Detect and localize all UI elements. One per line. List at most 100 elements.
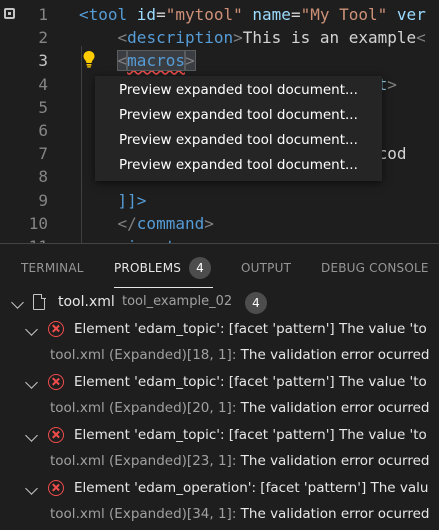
code-token: > (184, 50, 196, 72)
problem-source-location: tool.xml (Expanded)[20, 1]: (50, 400, 237, 416)
problem-message: Element 'edam_operation': [facet 'patter… (74, 479, 429, 496)
code-token: id (136, 5, 157, 24)
problem-detail: The validation error ocurred (236, 347, 430, 363)
chevron-down-icon[interactable] (11, 296, 24, 309)
line-number: 9 (38, 190, 48, 210)
error-icon (48, 373, 64, 390)
quick-fix-menu: Preview expanded tool document... Preview… (95, 76, 382, 181)
chevron-down-icon[interactable] (25, 428, 38, 442)
code-token: This is an example (242, 28, 417, 48)
code-token: ]]> (117, 190, 147, 210)
line-number: 8 (38, 167, 48, 187)
problem-source-location: tool.xml (Expanded)[34, 1]: (50, 506, 237, 522)
tab-output[interactable]: OUTPUT (241, 244, 291, 288)
problem-detail: The validation error ocurred (236, 400, 430, 416)
line-code: <description>This is an example< (79, 26, 426, 49)
line-number: 10 (28, 213, 48, 233)
line-number: 6 (38, 121, 48, 140)
lightbulb-icon[interactable] (82, 50, 96, 68)
file-icon (33, 293, 46, 310)
line-code: </command> (79, 212, 214, 235)
code-token: "mytool" (165, 5, 243, 24)
problems-tree: tool.xml tool_example_02 4 Element 'edam… (0, 289, 439, 528)
tab-debug-console[interactable]: DEBUG CONSOLE (321, 244, 429, 288)
line-code: <macros> (79, 49, 196, 72)
code-token: = (156, 5, 166, 24)
problem-row[interactable]: Element 'edam_topic': [facet 'pattern'] … (0, 422, 439, 449)
code-line[interactable]: 2 <description>This is an example< (0, 26, 439, 49)
file-description: tool_example_02 (122, 294, 233, 309)
quick-fix-item[interactable]: Preview expanded tool document... (95, 128, 382, 153)
code-token: "My Tool" (300, 5, 388, 24)
line-number: 3 (38, 51, 48, 71)
chevron-down-icon[interactable] (25, 481, 38, 495)
line-number: 1 (38, 5, 48, 24)
code-line[interactable]: 1 <tool id="mytool" name="My Tool" ver (0, 3, 439, 26)
chevron-down-icon[interactable] (25, 322, 38, 336)
code-token: ver (396, 5, 426, 24)
code-token: name (252, 5, 291, 24)
code-line[interactable]: 3 <macros> (0, 49, 439, 72)
problem-detail-row[interactable]: tool.xml (Expanded)[23, 1]: The validati… (0, 448, 439, 475)
code-token: <tool (79, 5, 137, 24)
error-icon (48, 426, 64, 443)
problem-detail-row[interactable]: tool.xml (Expanded)[18, 1]: The validati… (0, 342, 439, 369)
code-line[interactable]: 9 ]]> (0, 189, 439, 212)
code-token: < (117, 28, 128, 48)
file-problem-count-badge: 4 (245, 292, 267, 314)
problem-source: tool.xml (Expanded)[20, 1]: The validati… (50, 395, 429, 422)
code-line[interactable]: 10 </command> (0, 212, 439, 235)
problem-row[interactable]: Element 'edam_topic': [facet 'pattern'] … (0, 316, 439, 343)
code-token: </ (117, 213, 137, 233)
panel-tabs: TERMINAL PROBLEMS 4 OUTPUT DEBUG CONSOLE (0, 244, 439, 288)
code-token: > (204, 213, 214, 233)
problem-detail-row[interactable]: tool.xml (Expanded)[34, 1]: The validati… (0, 501, 439, 528)
problem-source: tool.xml (Expanded)[34, 1]: The validati… (50, 501, 429, 528)
problem-message: Element 'edam_topic': [facet 'pattern'] … (74, 426, 427, 443)
line-code: <tool id="mytool" name="My Tool" ver (79, 3, 426, 26)
line-number: 4 (38, 74, 48, 94)
problem-source-location: tool.xml (Expanded)[23, 1]: (50, 453, 237, 469)
problem-row[interactable]: Element 'edam_topic': [facet 'pattern'] … (0, 369, 439, 396)
line-code: ]]> (79, 189, 147, 212)
problems-count-badge: 4 (189, 256, 212, 279)
problem-source: tool.xml (Expanded)[23, 1]: The validati… (50, 448, 429, 475)
code-token: < (416, 28, 426, 48)
problem-source-location: tool.xml (Expanded)[18, 1]: (50, 347, 237, 363)
tab-terminal[interactable]: TERMINAL (21, 244, 84, 288)
code-token: macros (126, 50, 186, 72)
quick-fix-item[interactable]: Preview expanded tool document... (95, 103, 382, 128)
code-token: > (233, 28, 243, 48)
problem-source: tool.xml (Expanded)[18, 1]: The validati… (50, 342, 429, 369)
bottom-panel: TERMINAL PROBLEMS 4 OUTPUT DEBUG CONSOLE … (0, 243, 439, 530)
problem-detail: The validation error ocurred (236, 453, 430, 469)
problem-detail-row[interactable]: tool.xml (Expanded)[20, 1]: The validati… (0, 395, 439, 422)
quick-fix-item[interactable]: Preview expanded tool document... (95, 153, 382, 178)
line-number: 2 (38, 28, 48, 48)
line-number: 7 (38, 144, 48, 164)
code-token: command (136, 213, 205, 233)
code-token: > (387, 74, 397, 94)
code-token: description (127, 28, 234, 48)
line-number: 5 (38, 97, 48, 117)
error-icon (48, 479, 64, 496)
code-token: = (290, 5, 301, 24)
problem-message: Element 'edam_topic': [facet 'pattern'] … (74, 320, 427, 337)
problem-row[interactable]: Element 'edam_operation': [facet 'patter… (0, 475, 439, 502)
tab-problems[interactable]: PROBLEMS 4 (114, 244, 214, 288)
chevron-down-icon[interactable] (25, 375, 38, 389)
code-line[interactable]: 11 <inputs> (0, 235, 439, 243)
file-name: tool.xml (58, 294, 115, 310)
line-code: <inputs> (79, 235, 195, 243)
quick-fix-item[interactable]: Preview expanded tool document... (95, 78, 382, 103)
line-number: 11 (20, 235, 48, 243)
problem-message: Element 'edam_topic': [facet 'pattern'] … (74, 373, 427, 390)
code-token: < (116, 50, 129, 72)
problem-file-row[interactable]: tool.xml tool_example_02 4 (0, 289, 439, 316)
code-editor[interactable]: 1 <tool id="mytool" name="My Tool" ver 2 <… (0, 0, 439, 243)
